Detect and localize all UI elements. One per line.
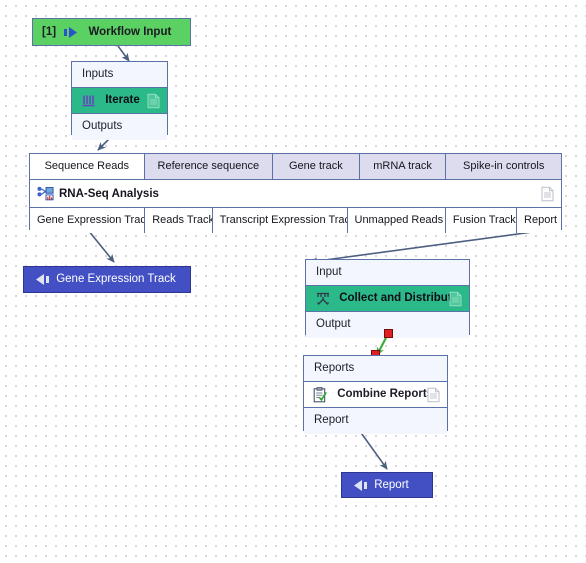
connection-handle-source[interactable] bbox=[384, 329, 393, 338]
rnaseq-output-port[interactable]: Transcript Expression Track bbox=[212, 208, 348, 233]
workflow-input-index: [1] bbox=[42, 26, 57, 39]
document-icon bbox=[541, 186, 554, 201]
gene-expression-track-output-label: Gene Expression Track bbox=[56, 273, 176, 285]
collect-title: Collect and Distribute bbox=[339, 292, 459, 304]
rnaseq-input-label: Reference sequence bbox=[157, 160, 260, 172]
combine-reports-title: Combine Reports bbox=[337, 388, 434, 400]
document-icon bbox=[147, 93, 160, 108]
rnaseq-output-port[interactable]: Fusion Track bbox=[445, 208, 518, 233]
collect-header[interactable]: Collect and Distribute bbox=[306, 286, 469, 312]
rnaseq-output-label: Gene Expression Track bbox=[37, 214, 146, 226]
clipboard-check-icon bbox=[312, 386, 329, 403]
combine-reports-header[interactable]: Combine Reports bbox=[304, 382, 447, 408]
gene-expression-track-output-node[interactable]: Gene Expression Track bbox=[23, 266, 191, 293]
combine-reports-node[interactable]: Reports Combine Reports Report bbox=[303, 355, 448, 434]
arrow-right-icon bbox=[63, 24, 80, 41]
rnaseq-input-port[interactable]: mRNA track bbox=[359, 154, 447, 179]
workflow-input-node[interactable]: [1] Workflow Input bbox=[32, 18, 191, 46]
iterate-inputs-port[interactable]: Inputs bbox=[72, 62, 167, 88]
iterate-node[interactable]: Inputs Iterate Outputs bbox=[71, 61, 168, 140]
rnaseq-analysis-node[interactable]: Sequence Reads Reference sequence Gene t… bbox=[29, 153, 562, 233]
rnaseq-output-label: Reads Track bbox=[152, 214, 213, 226]
rnaseq-output-label: Unmapped Reads bbox=[354, 214, 444, 226]
rnaseq-input-port[interactable]: Reference sequence bbox=[144, 154, 274, 179]
rnaseq-input-port[interactable]: Sequence Reads bbox=[30, 154, 145, 179]
arrow-left-icon bbox=[350, 477, 367, 494]
combine-reports-input-port[interactable]: Reports bbox=[304, 356, 447, 382]
rnaseq-input-ports-row: Sequence Reads Reference sequence Gene t… bbox=[30, 154, 561, 180]
rnaseq-input-label: Sequence Reads bbox=[44, 160, 129, 172]
rnaseq-output-port[interactable]: Reads Track bbox=[145, 208, 213, 233]
collect-and-distribute-node[interactable]: Input Collect and Distribute Output bbox=[305, 259, 470, 338]
rnaseq-output-label: Fusion Track bbox=[452, 214, 516, 226]
combine-reports-output-label: Report bbox=[314, 414, 349, 426]
iterate-inputs-label: Inputs bbox=[82, 68, 114, 80]
iterate-header[interactable]: Iterate bbox=[72, 88, 167, 114]
connector-geneexpr-to-output bbox=[87, 229, 115, 263]
rnaseq-output-port[interactable]: Report bbox=[517, 208, 561, 233]
iterate-icon bbox=[80, 92, 97, 109]
combine-reports-output-port[interactable]: Report bbox=[304, 408, 447, 434]
rnaseq-input-label: Gene track bbox=[289, 160, 343, 172]
rnaseq-input-port[interactable]: Gene track bbox=[273, 154, 360, 179]
rnaseq-output-ports-row: Gene Expression Track Reads Track Transc… bbox=[30, 208, 561, 233]
rnaseq-output-label: Transcript Expression Track bbox=[219, 214, 348, 226]
collect-input-port[interactable]: Input bbox=[306, 260, 469, 286]
connector-input-to-iterate bbox=[117, 45, 130, 62]
rnaseq-input-port[interactable]: Spike-in controls bbox=[446, 154, 561, 179]
document-icon bbox=[449, 291, 462, 306]
report-output-label: Report bbox=[374, 479, 409, 491]
rnaseq-output-label: Report bbox=[524, 214, 558, 226]
workflow-canvas[interactable]: [1] Workflow Input Inputs Iterate Output… bbox=[0, 0, 586, 563]
rnaseq-icon bbox=[37, 185, 54, 202]
rnaseq-output-port[interactable]: Gene Expression Track bbox=[30, 208, 146, 233]
iterate-outputs-port[interactable]: Outputs bbox=[72, 114, 167, 140]
rnaseq-title-row[interactable]: RNA-Seq Analysis bbox=[30, 180, 561, 208]
combine-reports-input-label: Reports bbox=[314, 362, 355, 374]
iterate-title: Iterate bbox=[105, 94, 140, 106]
rnaseq-input-label: Spike-in controls bbox=[463, 160, 545, 172]
collect-output-label: Output bbox=[316, 318, 351, 330]
arrow-left-icon bbox=[32, 271, 49, 288]
document-icon bbox=[427, 387, 440, 402]
connector-report-to-collect bbox=[309, 230, 541, 265]
report-output-node[interactable]: Report bbox=[341, 472, 433, 498]
workflow-input-label: Workflow Input bbox=[88, 26, 172, 38]
rnaseq-output-port[interactable]: Unmapped Reads bbox=[347, 208, 446, 233]
collect-distribute-icon bbox=[314, 290, 331, 307]
collect-input-label: Input bbox=[316, 266, 342, 278]
connector-combine-to-report bbox=[358, 429, 388, 470]
rnaseq-input-label: mRNA track bbox=[373, 160, 432, 172]
iterate-outputs-label: Outputs bbox=[82, 120, 123, 132]
rnaseq-title: RNA-Seq Analysis bbox=[59, 187, 159, 200]
